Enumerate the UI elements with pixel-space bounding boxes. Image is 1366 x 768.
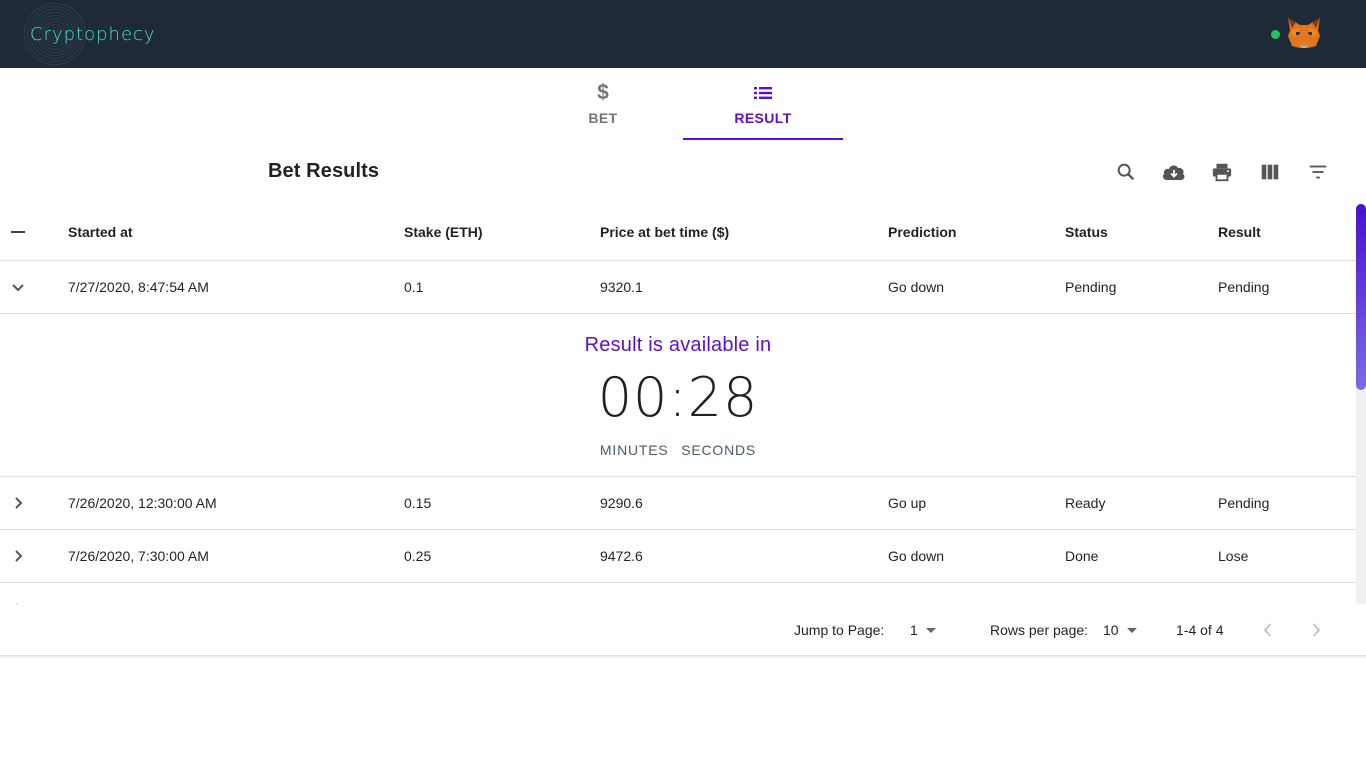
countdown-units: MINUTES SECONDS (0, 442, 1356, 458)
connection-status-dot (1271, 30, 1280, 39)
tab-result[interactable]: RESULT (683, 68, 843, 140)
pagination-range: 1-4 of 4 (1176, 622, 1224, 638)
cell-stake: 0.5 (404, 583, 423, 604)
cell-result: Win (1218, 583, 1242, 604)
cell-prediction: Go up (888, 583, 926, 604)
jump-to-page-select[interactable]: 1 (910, 604, 936, 656)
chevron-right-icon[interactable] (8, 530, 28, 582)
view-column-icon[interactable] (1256, 158, 1284, 186)
dollar-icon: $ (597, 81, 609, 104)
countdown-title: Result is available in (584, 334, 772, 356)
column-header-result[interactable]: Result (1218, 204, 1261, 260)
app-bar: Cryptophecy (0, 0, 1366, 68)
countdown-timer: 00:28 (597, 366, 759, 429)
list-icon (753, 82, 773, 104)
search-icon[interactable] (1112, 158, 1140, 186)
tab-result-label: RESULT (734, 110, 792, 126)
tab-bar: $ BET RESULT (523, 68, 843, 140)
cell-status: Ready (1065, 495, 1106, 511)
cell-started-at: 7/27/2020, 8:47:54 AM (68, 279, 209, 295)
cell-started-at: 7/26/2020, 12:30:00 AM (68, 495, 217, 511)
dropdown-arrow-icon (1126, 627, 1137, 633)
cell-result: Pending (1218, 279, 1270, 295)
cell-started-at: 7/26/2020, 7:30:00 AM (68, 548, 209, 564)
cell-stake: 0.15 (404, 495, 432, 511)
seconds-label: SECONDS (681, 442, 757, 458)
chevron-down-icon[interactable] (8, 261, 28, 313)
cell-price: 9472.6 (600, 548, 643, 564)
cell-started-at: 7/25/2020, 6:30:00 PM (68, 583, 210, 604)
column-header-price[interactable]: Price at bet time ($) (600, 204, 729, 260)
table-row[interactable]: 7/26/2020, 7:30:00 AM 0.25 9472.6 Go dow… (0, 530, 1356, 583)
cloud-download-icon[interactable] (1160, 158, 1188, 186)
column-header-started-at[interactable]: Started at (68, 204, 133, 260)
jump-to-page-value: 1 (910, 622, 918, 638)
cell-result: Lose (1218, 548, 1249, 564)
cell-stake: 0.1 (404, 279, 424, 295)
dropdown-arrow-icon (925, 627, 936, 633)
cell-price: 9290.6 (600, 495, 643, 511)
filter-list-icon[interactable] (1304, 158, 1332, 186)
cell-prediction: Go down (888, 279, 945, 295)
column-header-stake[interactable]: Stake (ETH) (404, 204, 483, 260)
results-table: Started at Stake (ETH) Price at bet time… (0, 204, 1356, 604)
table-row[interactable]: 7/27/2020, 8:47:54 AM 0.1 9320.1 Go down… (0, 261, 1356, 314)
cell-prediction: Go down (888, 548, 945, 564)
rows-per-page-value: 10 (1103, 622, 1119, 638)
cell-status: Done (1065, 583, 1098, 604)
cell-price: 9525.7 (600, 583, 643, 604)
cell-stake: 0.25 (404, 548, 432, 564)
pagination-footer: Jump to Page: 1 Rows per page: 10 1-4 of… (0, 604, 1366, 656)
page-title: Bet Results (268, 160, 380, 182)
logo[interactable]: Cryptophecy (30, 0, 156, 68)
table-header-row: Started at Stake (ETH) Price at bet time… (0, 204, 1356, 261)
rows-per-page-select[interactable]: 10 (1103, 604, 1137, 656)
rows-per-page-label: Rows per page: (990, 622, 1089, 638)
print-icon[interactable] (1208, 158, 1236, 186)
metamask-fox-icon[interactable] (1286, 16, 1322, 50)
column-header-prediction[interactable]: Prediction (888, 204, 956, 260)
table-row[interactable]: 7/25/2020, 6:30:00 PM 0.5 9525.7 Go up D… (0, 583, 1356, 604)
previous-page-button[interactable] (1258, 604, 1278, 656)
chevron-left-icon (1263, 623, 1272, 637)
cell-status: Done (1065, 548, 1099, 564)
cell-result: Pending (1218, 495, 1270, 511)
jump-to-page-label: Jump to Page: (794, 622, 885, 638)
chevron-right-icon[interactable] (8, 583, 28, 604)
chevron-right-icon[interactable] (8, 477, 28, 529)
cell-status: Pending (1065, 279, 1117, 295)
cell-price: 9320.1 (600, 279, 643, 295)
tab-bet-label: BET (588, 110, 618, 126)
tab-bet[interactable]: $ BET (523, 68, 683, 140)
column-header-status[interactable]: Status (1065, 204, 1108, 260)
next-page-button[interactable] (1306, 604, 1326, 656)
minutes-label: MINUTES (599, 442, 669, 458)
table-scrollbar-thumb[interactable] (1356, 204, 1366, 390)
select-all-checkbox[interactable] (8, 204, 28, 260)
logo-text: Cryptophecy (30, 23, 156, 45)
expanded-row-detail: Result is available in 00:28 MINUTES SEC… (0, 314, 1356, 477)
chevron-right-icon (1312, 623, 1321, 637)
cell-prediction: Go up (888, 495, 927, 511)
bet-results-panel: Bet Results Started at Stake (ETH) Price… (0, 140, 1366, 656)
table-row[interactable]: 7/26/2020, 12:30:00 AM 0.15 9290.6 Go up… (0, 477, 1356, 530)
